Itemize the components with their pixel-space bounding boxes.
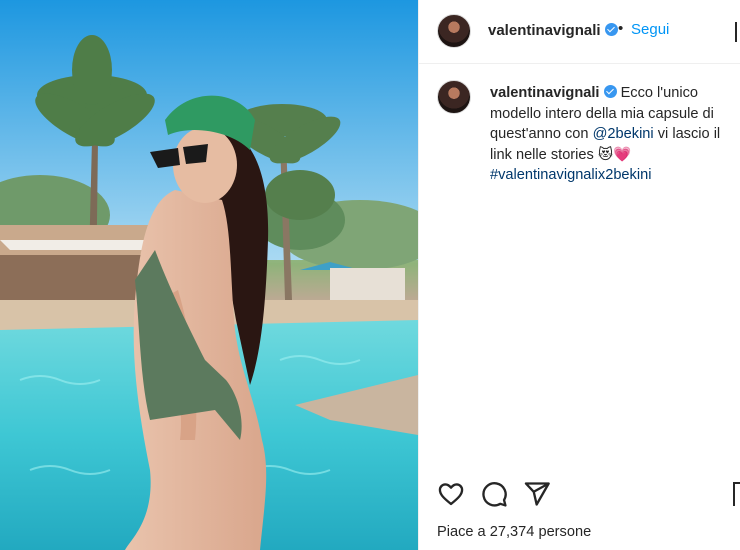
follow-button[interactable]: Segui — [631, 21, 669, 38]
likes-number: 27,374 — [489, 524, 535, 540]
post-photo[interactable] — [0, 0, 418, 550]
comment-bubble-icon[interactable] — [480, 480, 508, 508]
post-caption: valentinavignali Ecco l'unico modello in… — [490, 83, 730, 186]
caption-avatar[interactable] — [437, 80, 471, 114]
caption-emojis: 😻💗 — [597, 146, 632, 163]
separator-dot: • — [618, 20, 624, 37]
heart-icon[interactable] — [437, 480, 465, 508]
instagram-post-view: valentinavignali • Segui valentinavignal… — [0, 0, 740, 550]
likes-count[interactable]: Piace a 27,374 persone — [437, 524, 591, 540]
verified-badge-icon — [603, 85, 617, 98]
bookmark-icon[interactable] — [733, 482, 740, 506]
username-text[interactable]: valentinavignali — [488, 22, 601, 39]
post-side-panel: valentinavignali • Segui valentinavignal… — [418, 0, 740, 550]
post-actions — [419, 480, 740, 510]
likes-suffix: persone — [538, 524, 592, 540]
more-options-icon[interactable] — [725, 22, 740, 42]
post-header: valentinavignali • Segui — [419, 0, 740, 64]
caption-username[interactable]: valentinavignali — [490, 85, 600, 101]
avatar[interactable] — [437, 14, 471, 48]
header-username[interactable]: valentinavignali — [488, 22, 618, 39]
paper-plane-icon[interactable] — [523, 480, 551, 508]
photo-illustration — [0, 0, 418, 550]
mention-link[interactable]: @2bekini — [593, 126, 654, 142]
likes-prefix: Piace a — [437, 524, 486, 540]
hashtag-link[interactable]: #valentinavignalix2bekini — [490, 167, 651, 183]
verified-badge-icon — [604, 23, 618, 36]
